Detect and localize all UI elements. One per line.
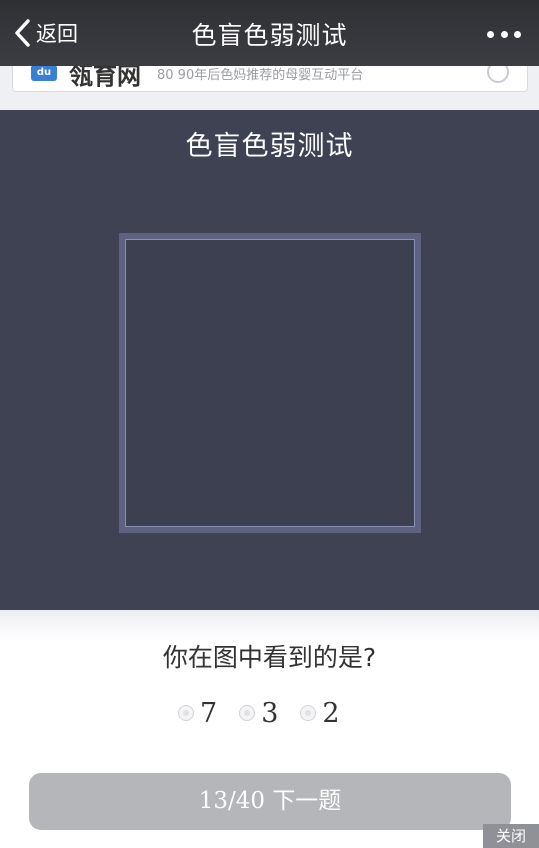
option-7[interactable]: 7 bbox=[178, 698, 217, 729]
more-dots-icon[interactable] bbox=[487, 28, 521, 40]
radio-button[interactable] bbox=[239, 705, 256, 721]
nav-bar: 返回 色盲色弱测试 bbox=[0, 0, 539, 66]
radio-button[interactable] bbox=[178, 705, 194, 721]
question-area: 你在图中看到的是? 7 3 2 13/40 下一题 关闭 bbox=[0, 610, 539, 848]
option-label: 3 bbox=[261, 697, 279, 729]
color-plate-image bbox=[125, 239, 415, 527]
brand-logo: du bbox=[31, 66, 57, 81]
test-panel: 色盲色弱测试 bbox=[0, 110, 539, 610]
color-plate-frame bbox=[119, 233, 421, 533]
banner-brand: 瓴育网 bbox=[69, 66, 141, 90]
option-2[interactable]: 2 bbox=[300, 697, 340, 729]
close-button[interactable]: 关闭 bbox=[483, 824, 539, 848]
option-label: 2 bbox=[322, 697, 340, 729]
page-title: 色盲色弱测试 bbox=[191, 21, 348, 50]
ad-banner[interactable]: du 瓴育网 80 90年后色妈推荐的母婴互动平台 bbox=[12, 66, 528, 92]
dot bbox=[487, 30, 494, 38]
radio-button[interactable] bbox=[300, 705, 317, 721]
option-label: 7 bbox=[200, 697, 218, 729]
test-heading: 色盲色弱测试 bbox=[185, 131, 354, 162]
location-pin-icon bbox=[487, 66, 509, 83]
banner-slogan: 80 90年后色妈推荐的母婴互动平台 bbox=[157, 67, 364, 83]
dot bbox=[500, 30, 508, 38]
banner-area: du 瓴育网 80 90年后色妈推荐的母婴互动平台 bbox=[0, 66, 539, 110]
dot bbox=[514, 30, 521, 38]
option-3[interactable]: 3 bbox=[239, 698, 278, 729]
question-text: 你在图中看到的是? bbox=[162, 643, 377, 672]
answer-options: 7 3 2 bbox=[178, 697, 362, 729]
next-question-button[interactable]: 13/40 下一题 bbox=[29, 773, 511, 830]
